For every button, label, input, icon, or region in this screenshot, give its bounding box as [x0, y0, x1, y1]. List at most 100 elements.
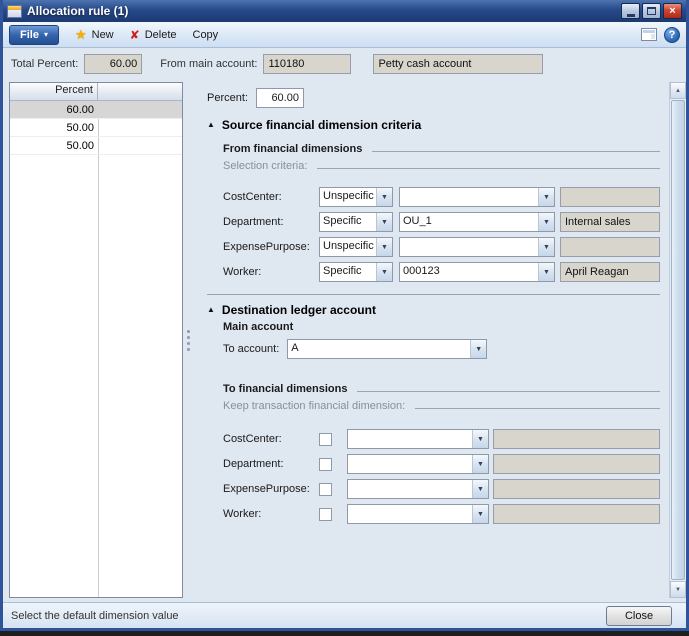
scroll-up-button[interactable]: ▲	[670, 82, 686, 99]
minimize-button[interactable]	[621, 3, 640, 19]
help-icon[interactable]: ?	[664, 27, 680, 43]
toolbar: File ▾ ★ New ✘ Delete Copy ?	[3, 22, 686, 48]
destination-section-header[interactable]: ▲ Destination ledger account	[207, 303, 660, 317]
combo-value	[348, 455, 472, 473]
expensepurpose-name-field	[560, 237, 660, 257]
grid-row[interactable]: 50.00	[10, 137, 182, 155]
close-button[interactable]: Close	[606, 606, 672, 626]
combo-value: 000123	[400, 263, 538, 281]
costcenter-name-field	[560, 187, 660, 207]
header-fields: Total Percent: 60.00 From main account: …	[3, 48, 686, 80]
title-bar: Allocation rule (1) ×	[3, 0, 686, 22]
chevron-down-icon[interactable]: ▼	[376, 213, 392, 231]
new-button[interactable]: ★ New	[75, 28, 114, 41]
empty-column-header[interactable]	[98, 83, 182, 100]
total-percent-label: Total Percent:	[11, 58, 78, 70]
costcenter-mode-select[interactable]: Unspecific ▼	[319, 187, 393, 207]
combo-value: OU_1	[400, 213, 538, 231]
combo-value	[400, 188, 538, 206]
grid-row[interactable]: 50.00	[10, 119, 182, 137]
percent-input[interactable]: 60.00	[256, 88, 304, 108]
worker-destination-combo[interactable]: ▼	[347, 504, 489, 524]
expensepurpose-destination-row: ExpensePurpose: ▼	[223, 479, 660, 499]
total-percent-field: 60.00	[84, 54, 142, 74]
file-menu-button[interactable]: File ▾	[9, 25, 59, 45]
worker-checkbox[interactable]	[319, 508, 332, 521]
grid-body: 60.00 50.00 50.00	[10, 101, 182, 597]
department-destination-combo[interactable]: ▼	[347, 454, 489, 474]
costcenter-value-combo[interactable]: ▼	[399, 187, 555, 207]
costcenter-checkbox[interactable]	[319, 433, 332, 446]
keep-transaction-row: Keep transaction financial dimension:	[223, 398, 660, 412]
panel-splitter[interactable]	[183, 82, 193, 598]
costcenter-destination-combo[interactable]: ▼	[347, 429, 489, 449]
vertical-scrollbar[interactable]: ▲ ▼	[669, 82, 686, 598]
maximize-button[interactable]	[642, 3, 661, 19]
detail-panel: Percent: 60.00 ▲ Source financial dimens…	[193, 82, 666, 598]
keep-transaction-label: Keep transaction financial dimension:	[223, 400, 405, 412]
delete-button[interactable]: ✘ Delete	[130, 29, 177, 41]
copy-button[interactable]: Copy	[193, 29, 219, 41]
combo-value: A	[288, 340, 470, 358]
department-destination-name-field	[493, 454, 660, 474]
percent-column-header[interactable]: Percent	[10, 83, 98, 100]
chevron-down-icon[interactable]: ▼	[472, 430, 488, 448]
scrollbar-thumb[interactable]	[671, 100, 685, 580]
heading-rule	[317, 158, 660, 169]
new-button-label: New	[92, 29, 114, 41]
heading-rule	[357, 381, 660, 392]
dropdown-arrow-glyph: ▼	[543, 194, 550, 201]
scroll-down-button[interactable]: ▼	[670, 581, 686, 598]
delete-x-icon: ✘	[130, 29, 140, 41]
collapse-triangle-icon: ▲	[207, 121, 215, 129]
worker-mode-select[interactable]: Specific ▼	[319, 262, 393, 282]
selection-criteria-row: Selection criteria:	[223, 158, 660, 172]
to-account-label: To account:	[223, 343, 279, 355]
dropdown-arrow-glyph: ▼	[543, 219, 550, 226]
chevron-down-icon[interactable]: ▼	[376, 238, 392, 256]
scroll-up-icon: ▲	[675, 88, 681, 94]
from-dimensions-heading-row: From financial dimensions	[223, 141, 660, 155]
chevron-down-icon[interactable]: ▼	[470, 340, 486, 358]
worker-name-field: April Reagan	[560, 262, 660, 282]
to-dimensions-title: To financial dimensions	[223, 383, 347, 395]
percent-cell: 50.00	[10, 122, 98, 134]
chevron-down-icon[interactable]: ▼	[472, 480, 488, 498]
layout-icon[interactable]	[641, 28, 657, 41]
to-account-row: To account: A ▼	[223, 339, 660, 359]
department-mode-select[interactable]: Specific ▼	[319, 212, 393, 232]
chevron-down-icon[interactable]: ▼	[472, 455, 488, 473]
expensepurpose-checkbox[interactable]	[319, 483, 332, 496]
source-section-header[interactable]: ▲ Source financial dimension criteria	[207, 118, 660, 132]
dropdown-arrow-glyph: ▼	[381, 194, 388, 201]
from-dimensions-title: From financial dimensions	[223, 143, 362, 155]
chevron-down-icon[interactable]: ▼	[472, 505, 488, 523]
from-main-account-field[interactable]: 110180	[263, 54, 351, 74]
heading-rule	[415, 398, 660, 409]
chevron-down-icon[interactable]: ▼	[538, 188, 554, 206]
close-window-button[interactable]: ×	[663, 3, 682, 19]
chevron-down-icon[interactable]: ▼	[538, 263, 554, 281]
department-checkbox[interactable]	[319, 458, 332, 471]
expensepurpose-mode-select[interactable]: Unspecific ▼	[319, 237, 393, 257]
heading-rule	[372, 141, 660, 152]
chevron-down-icon[interactable]: ▼	[538, 213, 554, 231]
status-bar: Select the default dimension value Close	[3, 602, 686, 628]
to-account-combo[interactable]: A ▼	[287, 339, 487, 359]
worker-value-combo[interactable]: 000123 ▼	[399, 262, 555, 282]
expensepurpose-destination-combo[interactable]: ▼	[347, 479, 489, 499]
expensepurpose-value-combo[interactable]: ▼	[399, 237, 555, 257]
close-icon: ×	[669, 6, 675, 17]
costcenter-destination-row: CostCenter: ▼	[223, 429, 660, 449]
department-value-combo[interactable]: OU_1 ▼	[399, 212, 555, 232]
splitter-grip-icon	[187, 330, 190, 351]
chevron-down-icon[interactable]: ▼	[538, 238, 554, 256]
chevron-down-icon[interactable]: ▼	[376, 263, 392, 281]
collapse-triangle-icon: ▲	[207, 306, 215, 314]
percent-grid: Percent 60.00 50.00 50.00	[9, 82, 183, 598]
chevron-down-icon[interactable]: ▼	[376, 188, 392, 206]
grid-row-selected[interactable]: 60.00	[10, 101, 182, 119]
source-section: ▲ Source financial dimension criteria Fr…	[207, 118, 660, 282]
dropdown-arrow-glyph: ▼	[543, 244, 550, 251]
costcenter-destination-name-field	[493, 429, 660, 449]
